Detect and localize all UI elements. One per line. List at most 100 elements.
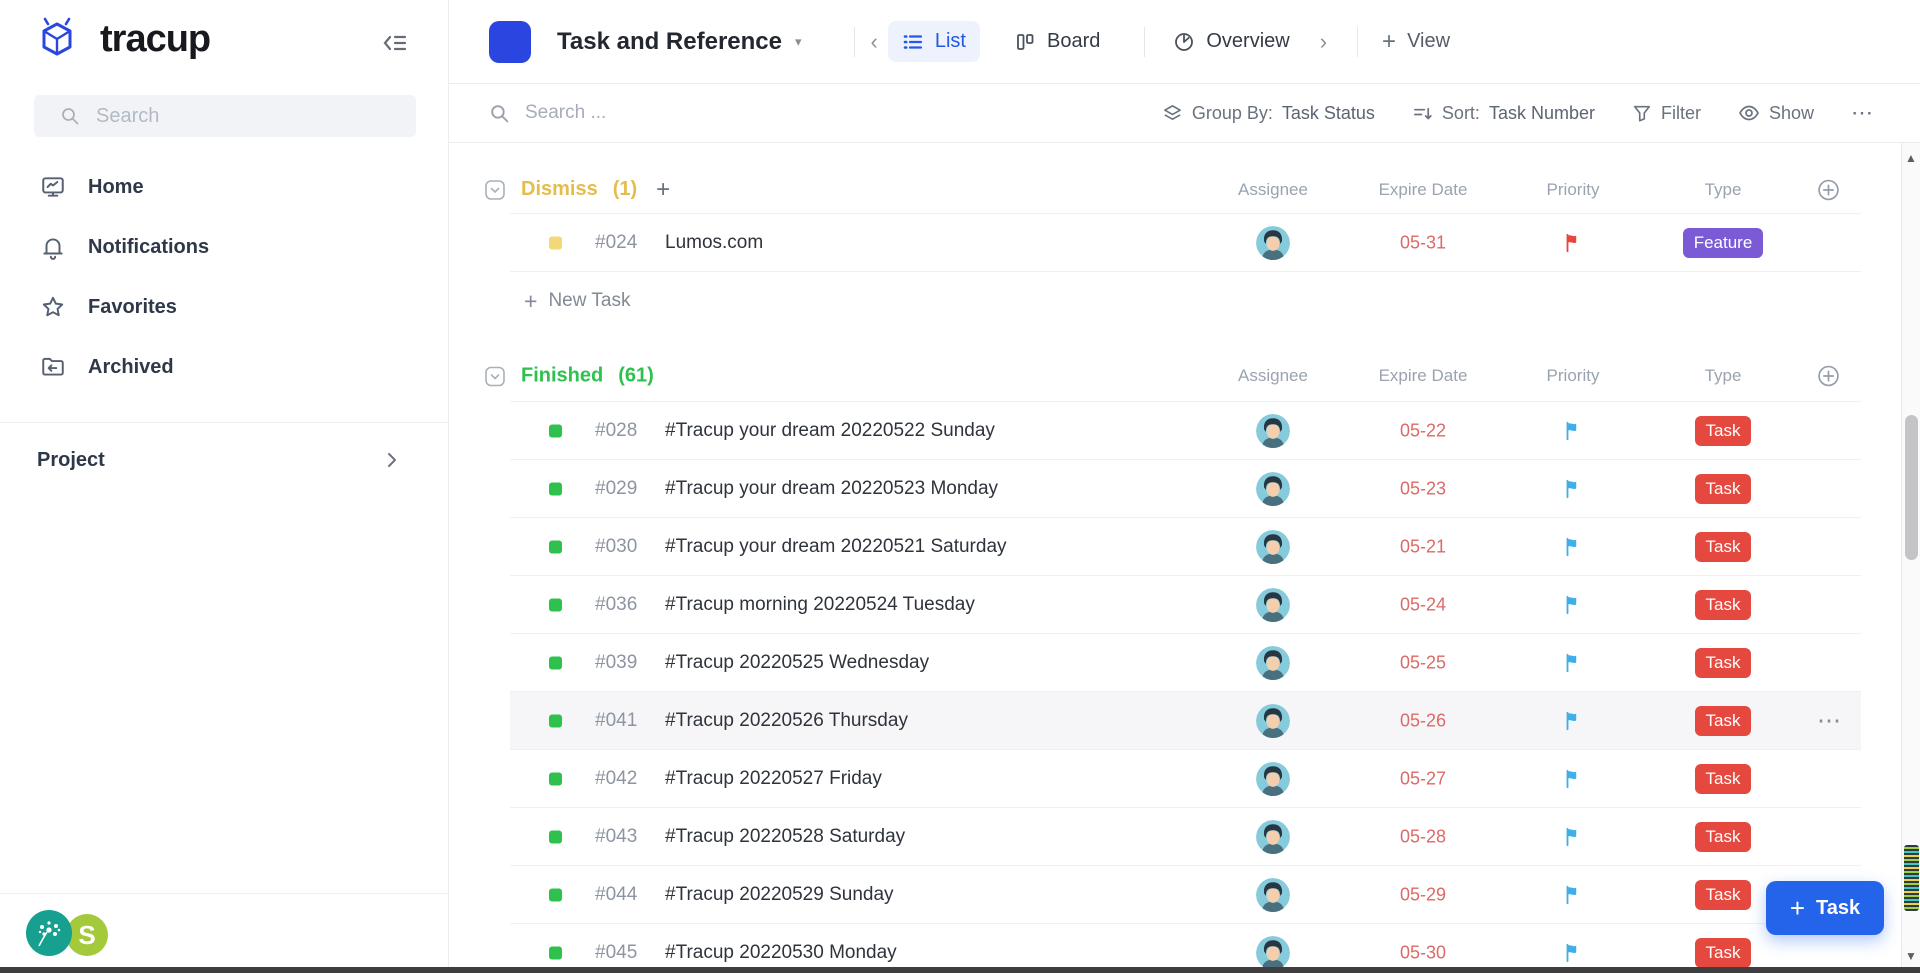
- expire-date[interactable]: 05-27: [1373, 768, 1473, 789]
- expire-date[interactable]: 05-23: [1373, 478, 1473, 499]
- task-title[interactable]: #Tracup 20220528 Saturday: [665, 826, 905, 848]
- vertical-scrollbar[interactable]: ▲ ▼: [1901, 143, 1920, 967]
- type-badge[interactable]: Task: [1695, 416, 1752, 446]
- type-badge[interactable]: Task: [1695, 590, 1752, 620]
- add-column-icon[interactable]: [1817, 365, 1840, 388]
- task-row[interactable]: #024 Lumos.com 05-31 Feature: [510, 214, 1861, 272]
- tab-overview[interactable]: Overview: [1159, 21, 1303, 62]
- type-badge[interactable]: Task: [1695, 938, 1752, 968]
- new-task-button[interactable]: + New Task: [510, 272, 1861, 330]
- priority-flag-icon[interactable]: [1562, 478, 1584, 500]
- column-header-priority[interactable]: Priority: [1513, 366, 1633, 386]
- task-title[interactable]: #Tracup morning 20220524 Tuesday: [665, 594, 975, 616]
- group-by-control[interactable]: Group By: Task Status: [1162, 103, 1375, 124]
- task-status-dot[interactable]: [549, 946, 562, 959]
- task-title[interactable]: #Tracup 20220526 Thursday: [665, 710, 908, 732]
- task-title[interactable]: #Tracup your dream 20220523 Monday: [665, 478, 998, 500]
- assignee-avatar[interactable]: [1256, 646, 1290, 680]
- add-task-button[interactable]: + Task: [1766, 881, 1884, 935]
- task-row[interactable]: #041 #Tracup 20220526 Thursday 05-26 Tas…: [510, 692, 1861, 750]
- assignee-avatar[interactable]: [1256, 936, 1290, 968]
- column-header-priority[interactable]: Priority: [1513, 180, 1633, 200]
- column-header-assignee[interactable]: Assignee: [1213, 366, 1333, 386]
- column-header-assignee[interactable]: Assignee: [1213, 180, 1333, 200]
- priority-flag-icon[interactable]: [1562, 652, 1584, 674]
- task-status-dot[interactable]: [549, 830, 562, 843]
- task-status-dot[interactable]: [549, 540, 562, 553]
- task-title[interactable]: #Tracup 20220529 Sunday: [665, 884, 894, 906]
- priority-flag-icon[interactable]: [1562, 768, 1584, 790]
- task-title[interactable]: #Tracup 20220527 Friday: [665, 768, 882, 790]
- task-row[interactable]: #042 #Tracup 20220527 Friday 05-27 Task: [510, 750, 1861, 808]
- sort-control[interactable]: Sort: Task Number: [1412, 103, 1595, 124]
- scroll-down-arrow-icon[interactable]: ▼: [1905, 949, 1917, 963]
- type-badge[interactable]: Task: [1695, 822, 1752, 852]
- task-status-dot[interactable]: [549, 236, 562, 249]
- priority-flag-icon[interactable]: [1562, 536, 1584, 558]
- scroll-up-arrow-icon[interactable]: ▲: [1905, 151, 1917, 165]
- task-title[interactable]: #Tracup your dream 20220522 Sunday: [665, 420, 995, 442]
- type-badge[interactable]: Task: [1695, 648, 1752, 678]
- tabs-scroll-left-icon[interactable]: ‹: [871, 31, 878, 53]
- column-header-type[interactable]: Type: [1663, 180, 1783, 200]
- expire-date[interactable]: 05-26: [1373, 710, 1473, 731]
- priority-flag-icon[interactable]: [1562, 826, 1584, 848]
- expire-date[interactable]: 05-30: [1373, 942, 1473, 963]
- scrollbar-thumb[interactable]: [1905, 415, 1918, 560]
- column-header-expire-date[interactable]: Expire Date: [1363, 180, 1483, 200]
- expire-date[interactable]: 05-28: [1373, 826, 1473, 847]
- task-title[interactable]: #Tracup 20220525 Wednesday: [665, 652, 929, 674]
- sidebar-item-notifications[interactable]: Notifications: [0, 223, 449, 271]
- task-row[interactable]: #045 #Tracup 20220530 Monday 05-30 Task: [510, 924, 1861, 967]
- row-more-button[interactable]: ⋯: [1810, 706, 1850, 735]
- task-row[interactable]: #030 #Tracup your dream 20220521 Saturda…: [510, 518, 1861, 576]
- column-header-type[interactable]: Type: [1663, 366, 1783, 386]
- task-row[interactable]: #028 #Tracup your dream 20220522 Sunday …: [510, 402, 1861, 460]
- task-title[interactable]: Lumos.com: [665, 232, 763, 254]
- expire-date[interactable]: 05-25: [1373, 652, 1473, 673]
- task-status-dot[interactable]: [549, 656, 562, 669]
- priority-flag-icon[interactable]: [1562, 710, 1584, 732]
- extension-badge-dandelion-icon[interactable]: [26, 910, 72, 956]
- priority-flag-icon[interactable]: [1562, 594, 1584, 616]
- expire-date[interactable]: 05-22: [1373, 420, 1473, 441]
- assignee-avatar[interactable]: [1256, 414, 1290, 448]
- project-color-icon[interactable]: [489, 21, 531, 63]
- task-status-dot[interactable]: [549, 714, 562, 727]
- sidebar-item-archived[interactable]: Archived: [0, 343, 449, 391]
- scrollbar-extension-marker[interactable]: [1904, 845, 1919, 911]
- assignee-avatar[interactable]: [1256, 762, 1290, 796]
- assignee-avatar[interactable]: [1256, 820, 1290, 854]
- type-badge[interactable]: Task: [1695, 880, 1752, 910]
- filter-control[interactable]: Filter: [1632, 103, 1701, 124]
- group-name[interactable]: Finished: [521, 365, 603, 388]
- assignee-avatar[interactable]: [1256, 472, 1290, 506]
- expire-date[interactable]: 05-24: [1373, 594, 1473, 615]
- extension-badge-s[interactable]: S: [66, 914, 108, 956]
- assignee-avatar[interactable]: [1256, 588, 1290, 622]
- assignee-avatar[interactable]: [1256, 530, 1290, 564]
- task-status-dot[interactable]: [549, 888, 562, 901]
- group-collapse-checkbox-icon[interactable]: [484, 179, 506, 201]
- expire-date[interactable]: 05-31: [1373, 232, 1473, 253]
- type-badge[interactable]: Task: [1695, 764, 1752, 794]
- sidebar-search[interactable]: [34, 95, 416, 137]
- group-collapse-checkbox-icon[interactable]: [484, 365, 506, 387]
- task-status-dot[interactable]: [549, 598, 562, 611]
- type-badge[interactable]: Task: [1695, 706, 1752, 736]
- task-status-dot[interactable]: [549, 772, 562, 785]
- task-row[interactable]: #044 #Tracup 20220529 Sunday 05-29 Task: [510, 866, 1861, 924]
- task-row[interactable]: #036 #Tracup morning 20220524 Tuesday 05…: [510, 576, 1861, 634]
- add-view-button[interactable]: + View: [1382, 28, 1450, 56]
- priority-flag-icon[interactable]: [1562, 420, 1584, 442]
- task-row[interactable]: #039 #Tracup 20220525 Wednesday 05-25 Ta…: [510, 634, 1861, 692]
- tab-list[interactable]: List: [888, 21, 980, 62]
- type-badge[interactable]: Feature: [1683, 228, 1764, 258]
- task-title[interactable]: #Tracup 20220530 Monday: [665, 942, 897, 964]
- sidebar-item-favorites[interactable]: Favorites: [0, 283, 449, 331]
- task-status-dot[interactable]: [549, 424, 562, 437]
- task-search-input[interactable]: [523, 101, 783, 125]
- group-add-task-icon[interactable]: +: [656, 178, 670, 202]
- assignee-avatar[interactable]: [1256, 226, 1290, 260]
- assignee-avatar[interactable]: [1256, 704, 1290, 738]
